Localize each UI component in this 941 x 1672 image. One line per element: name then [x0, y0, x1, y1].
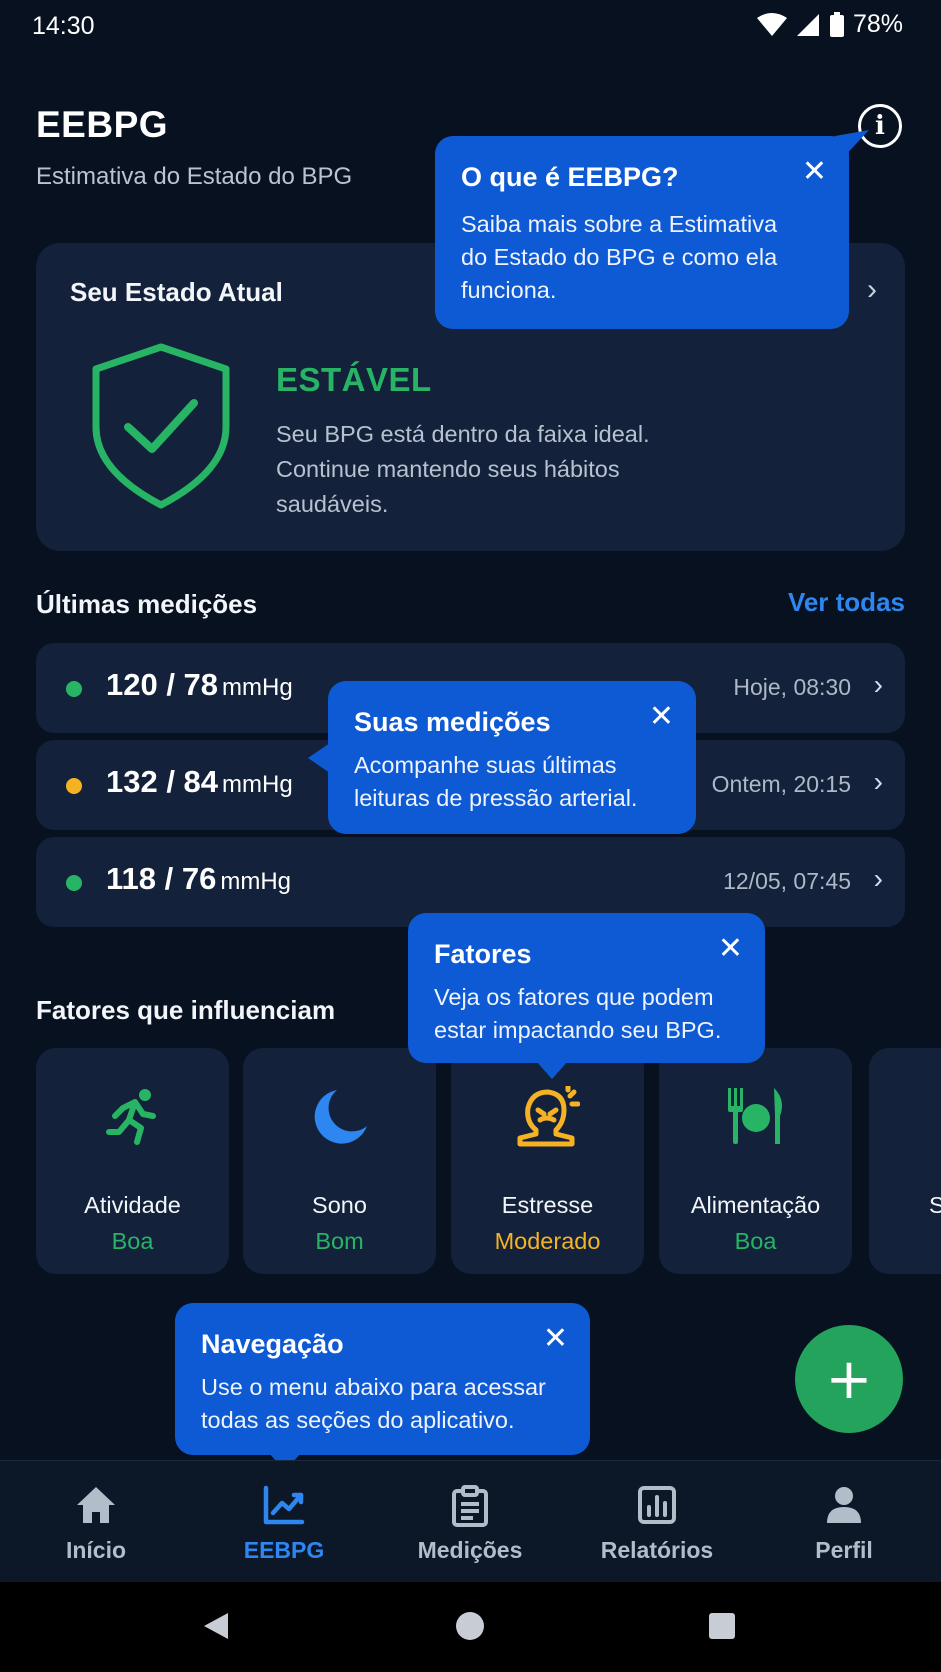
chevron-right-icon: › — [873, 766, 883, 797]
factor-name: Atividade — [84, 1192, 181, 1218]
system-navigation-bar — [0, 1582, 941, 1672]
factors-section-title: Fatores que influenciam — [36, 995, 336, 1025]
tooltip-factors: Fatores ✕ Veja os fatores que podem esta… — [408, 913, 765, 1079]
nav-item-home[interactable]: Início — [2, 1461, 190, 1583]
see-all-link[interactable]: Ver todas — [788, 587, 905, 618]
measurement-value: 120 / 78 mmHg — [106, 667, 293, 702]
tooltip-navigation: Navegação ✕ Use o menu abaixo para acess… — [175, 1303, 590, 1471]
tooltip-measurements: Suas medições ✕ Acompanhe suas últimas l… — [308, 681, 696, 834]
measurement-value: 132 / 84 mmHg — [106, 764, 293, 799]
status-time: 14:30 — [32, 12, 95, 40]
factor-card-sleep[interactable]: Sono Bom — [243, 1048, 436, 1274]
nav-item-reports[interactable]: Relatórios — [563, 1461, 751, 1583]
factor-status: Boa — [734, 1228, 777, 1254]
nav-label: EEBPG — [243, 1537, 325, 1563]
factor-name: S — [929, 1192, 941, 1218]
factor-status: Bom — [315, 1228, 364, 1254]
measurement-time: Hoje, 08:30 — [733, 674, 851, 700]
moon-icon — [243, 1086, 436, 1148]
home-icon — [2, 1485, 190, 1525]
tooltip-body: Saiba mais sobre a Estimativa do Estado … — [461, 211, 778, 303]
close-icon[interactable]: ✕ — [543, 1321, 568, 1356]
status-icons: 78% — [756, 10, 903, 39]
factor-card-activity[interactable]: Atividade Boa — [36, 1048, 229, 1274]
shield-check-icon — [92, 343, 230, 509]
clipboard-icon — [376, 1485, 564, 1527]
close-icon[interactable]: ✕ — [718, 931, 743, 966]
tooltip-title: Fatores — [434, 939, 532, 969]
tooltip-body: Acompanhe suas últimas leituras de press… — [354, 752, 638, 811]
nav-label: Perfil — [815, 1537, 873, 1563]
page-subtitle: Estimativa do Estado do BPG — [36, 163, 353, 190]
chevron-right-icon: › — [873, 669, 883, 700]
measurement-time: Ontem, 20:15 — [711, 771, 851, 797]
page-title: EEBPG — [36, 104, 169, 145]
chart-line-icon — [190, 1485, 378, 1525]
tooltip-title: O que é EEBPG? — [461, 162, 679, 192]
tooltip-body: Veja os fatores que podem estar impactan… — [434, 984, 722, 1043]
nav-label: Início — [65, 1537, 127, 1563]
tooltip-title: Suas medições — [354, 707, 551, 737]
battery-percent: 78% — [852, 10, 903, 38]
home-circle-icon[interactable] — [455, 1611, 485, 1641]
nav-label: Medições — [417, 1537, 523, 1563]
factor-name: Estresse — [501, 1192, 594, 1218]
recents-icon[interactable] — [708, 1612, 736, 1640]
nav-item-eebpg[interactable]: EEBPG — [190, 1461, 378, 1583]
tooltip-arrow — [308, 743, 330, 773]
info-icon: i — [875, 111, 885, 141]
stress-head-icon — [451, 1086, 644, 1148]
measurement-time: 12/05, 07:45 — [723, 868, 851, 894]
report-icon — [563, 1485, 751, 1525]
tooltip-body: Use o menu abaixo para acessar todas as … — [201, 1374, 546, 1433]
factor-card-food[interactable]: Alimentação Boa — [659, 1048, 852, 1274]
tooltip-arrow — [835, 130, 869, 160]
nav-item-measurements[interactable]: Medições — [376, 1461, 564, 1583]
state-card-title: Seu Estado Atual — [70, 277, 283, 307]
food-icon — [659, 1086, 852, 1146]
status-dot — [66, 778, 82, 794]
factor-card-partial[interactable]: S — [869, 1048, 941, 1274]
factor-status: Moderado — [494, 1228, 601, 1254]
chevron-right-icon: › — [873, 863, 883, 894]
add-measurement-button[interactable]: + — [795, 1325, 903, 1433]
nav-item-profile[interactable]: Perfil — [750, 1461, 938, 1583]
wifi-icon — [756, 12, 787, 36]
factor-name: Alimentação — [690, 1192, 821, 1218]
state-status-label: ESTÁVEL — [276, 361, 432, 398]
status-dot — [66, 681, 82, 697]
battery-icon — [829, 11, 844, 37]
factor-card-stress[interactable]: Estresse Moderado — [451, 1048, 644, 1274]
tooltip-info: O que é EEBPG? ✕ Saiba mais sobre a Esti… — [435, 130, 869, 329]
user-icon — [750, 1485, 938, 1525]
close-icon[interactable]: ✕ — [649, 699, 674, 734]
factor-name: Sono — [312, 1192, 367, 1218]
signal-icon — [796, 13, 819, 36]
plus-icon: + — [825, 1346, 873, 1412]
measurement-value: 118 / 76 mmHg — [106, 861, 292, 896]
back-icon[interactable] — [202, 1611, 230, 1641]
close-icon[interactable]: ✕ — [802, 154, 827, 189]
tooltip-title: Navegação — [201, 1329, 344, 1359]
tooltip-arrow — [536, 1061, 568, 1079]
running-icon — [36, 1086, 229, 1146]
measurements-section-title: Últimas medições — [36, 589, 258, 619]
chevron-right-icon: › — [867, 273, 877, 306]
bottom-navigation: Início EEBPG Medições Relatórios Perfil — [0, 1460, 941, 1582]
state-description: Seu BPG está dentro da faixa ideal. Cont… — [276, 421, 650, 517]
nav-label: Relatórios — [600, 1537, 714, 1563]
status-dot — [66, 875, 82, 891]
factor-status: Boa — [111, 1228, 154, 1254]
